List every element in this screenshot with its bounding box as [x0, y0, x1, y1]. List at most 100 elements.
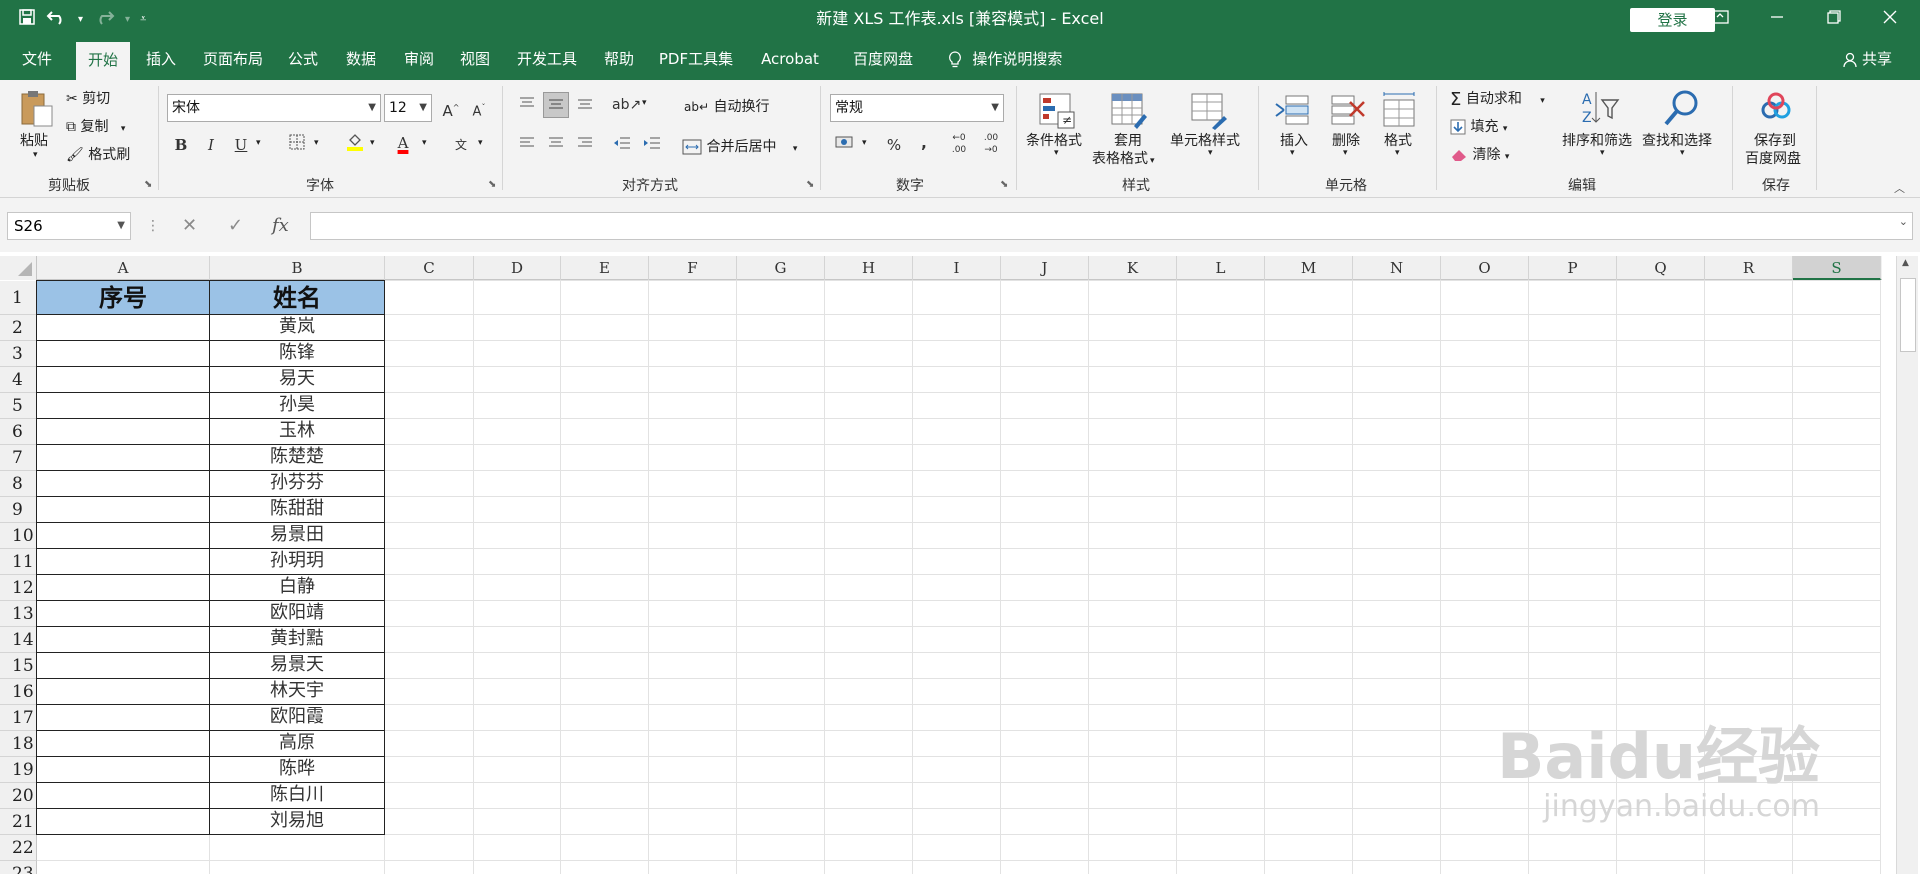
format-dropdown-icon[interactable]: ▾	[1395, 148, 1400, 158]
font-color-dropdown-icon[interactable]: ▾	[422, 138, 427, 148]
column-header-n[interactable]: N	[1353, 256, 1441, 280]
row-header-20[interactable]: 20	[0, 783, 37, 809]
phonetic-dropdown-icon[interactable]: ▾	[478, 138, 483, 148]
row-header-11[interactable]: 11	[0, 549, 37, 575]
row-header-5[interactable]: 5	[0, 393, 37, 419]
format-painter-button[interactable]: 🖌 格式刷	[66, 144, 130, 164]
decrease-decimal-icon[interactable]: .00 →0	[978, 132, 1004, 158]
table-cell-name[interactable]: 易景天	[209, 652, 385, 679]
enter-icon[interactable]: ✓	[228, 212, 243, 240]
table-cell-seq[interactable]	[36, 756, 210, 783]
decrease-indent-icon[interactable]	[609, 132, 635, 158]
table-cell-seq[interactable]	[36, 314, 210, 341]
tab-pdf-tools[interactable]: PDF工具集	[652, 38, 740, 80]
format-as-table-label-2[interactable]: 表格格式 ▾	[1092, 148, 1155, 168]
underline-button[interactable]: U	[228, 132, 254, 158]
table-cell-name[interactable]: 陈晔	[209, 756, 385, 783]
ribbon-display-options-icon[interactable]	[1692, 0, 1748, 38]
table-cell-name[interactable]: 黄封黠	[209, 626, 385, 653]
cell-styles-icon[interactable]	[1190, 92, 1230, 132]
table-cell-name[interactable]: 林天宇	[209, 678, 385, 705]
row-header-23[interactable]: 23	[0, 861, 37, 874]
underline-dropdown-icon[interactable]: ▾	[256, 138, 261, 148]
name-box[interactable]: S26 ▼	[7, 212, 131, 240]
table-cell-name[interactable]: 陈楚楚	[209, 444, 385, 471]
tab-home[interactable]: 开始	[76, 42, 130, 80]
row-header-18[interactable]: 18	[0, 731, 37, 757]
delete-cells-icon[interactable]	[1328, 92, 1368, 132]
insert-function-button[interactable]: fx	[272, 212, 289, 240]
text-orientation-icon[interactable]: ab↗	[612, 92, 641, 118]
column-header-e[interactable]: E	[561, 256, 649, 280]
delete-cells-button[interactable]: 删除	[1332, 130, 1360, 150]
insert-dropdown-icon[interactable]: ▾	[1290, 148, 1295, 158]
column-header-m[interactable]: M	[1265, 256, 1353, 280]
column-header-h[interactable]: H	[825, 256, 913, 280]
conditional-dropdown-icon[interactable]: ▾	[1054, 148, 1059, 158]
row-header-15[interactable]: 15	[0, 653, 37, 679]
cut-button[interactable]: ✂ 剪切	[66, 88, 110, 108]
table-cell-name[interactable]: 刘易旭	[209, 808, 385, 835]
collapse-ribbon-icon[interactable]: ︿	[1894, 180, 1905, 196]
table-header-cell[interactable]: 姓名	[209, 280, 385, 315]
restore-icon[interactable]	[1806, 0, 1862, 38]
cancel-icon[interactable]: ✕	[182, 212, 197, 240]
tab-view[interactable]: 视图	[448, 38, 502, 80]
row-header-17[interactable]: 17	[0, 705, 37, 731]
row-header-21[interactable]: 21	[0, 809, 37, 835]
column-header-g[interactable]: G	[737, 256, 825, 280]
clear-button[interactable]: 清除 ▾	[1450, 144, 1509, 164]
copy-button[interactable]: ⧉ 复制 ▾	[66, 116, 125, 136]
fill-color-dropdown-icon[interactable]: ▾	[370, 138, 375, 148]
column-header-s[interactable]: S	[1793, 256, 1881, 280]
scroll-up-icon[interactable]: ▲	[1902, 258, 1909, 268]
table-cell-name[interactable]: 玉林	[209, 418, 385, 445]
bold-button[interactable]: B	[168, 132, 194, 158]
number-format-select[interactable]: 常规 ▼	[830, 94, 1004, 122]
tab-data[interactable]: 数据	[334, 38, 388, 80]
number-dialog-launcher-icon[interactable]: ⬊	[1000, 179, 1008, 190]
share-button[interactable]: 共享	[1843, 38, 1892, 80]
table-cell-seq[interactable]	[36, 730, 210, 757]
magnifier-icon[interactable]	[1662, 88, 1702, 128]
tab-help[interactable]: 帮助	[592, 38, 646, 80]
paste-icon[interactable]	[18, 88, 58, 128]
increase-decimal-icon[interactable]: ←0.00	[946, 132, 972, 158]
minimize-icon[interactable]	[1749, 0, 1805, 38]
row-header-10[interactable]: 10	[0, 523, 37, 549]
font-name-select[interactable]: 宋体 ▼	[167, 94, 381, 122]
paste-dropdown-icon[interactable]: ▾	[33, 150, 38, 160]
sort-filter-icon[interactable]: AZ	[1580, 88, 1620, 128]
name-box-dropdown-icon[interactable]: ▼	[117, 213, 125, 239]
clear-dropdown-icon[interactable]: ▾	[1505, 152, 1510, 162]
fill-button[interactable]: 填充 ▾	[1450, 116, 1507, 136]
table-cell-seq[interactable]	[36, 626, 210, 653]
borders-dropdown-icon[interactable]: ▾	[314, 138, 319, 148]
select-all-button[interactable]	[0, 256, 37, 280]
phonetic-guide-button[interactable]: 文	[448, 132, 474, 158]
table-cell-seq[interactable]	[36, 418, 210, 445]
table-cell-seq[interactable]	[36, 366, 210, 393]
merge-center-button[interactable]: 合并后居中 ▾	[682, 136, 797, 156]
table-cell-seq[interactable]	[36, 574, 210, 601]
increase-font-size-button[interactable]: A^	[438, 95, 464, 121]
tab-page-layout[interactable]: 页面布局	[194, 38, 272, 80]
table-cell-name[interactable]: 孙玥玥	[209, 548, 385, 575]
tab-review[interactable]: 审阅	[392, 38, 446, 80]
row-header-13[interactable]: 13	[0, 601, 37, 627]
row-header-8[interactable]: 8	[0, 471, 37, 497]
table-cell-name[interactable]: 易景田	[209, 522, 385, 549]
insert-cells-button[interactable]: 插入	[1280, 130, 1308, 150]
tell-me-search[interactable]: 操作说明搜索	[936, 38, 1074, 80]
align-bottom-icon[interactable]	[572, 92, 598, 118]
table-cell-seq[interactable]	[36, 652, 210, 679]
column-header-d[interactable]: D	[474, 256, 561, 280]
column-header-k[interactable]: K	[1089, 256, 1177, 280]
table-header-cell[interactable]: 序号	[36, 280, 210, 315]
table-cell-name[interactable]: 孙芬芬	[209, 470, 385, 497]
formula-input[interactable]: ⌄	[310, 212, 1913, 240]
borders-icon[interactable]	[284, 132, 310, 158]
row-header-12[interactable]: 12	[0, 575, 37, 601]
table-cell-name[interactable]: 高原	[209, 730, 385, 757]
table-cell-seq[interactable]	[36, 444, 210, 471]
